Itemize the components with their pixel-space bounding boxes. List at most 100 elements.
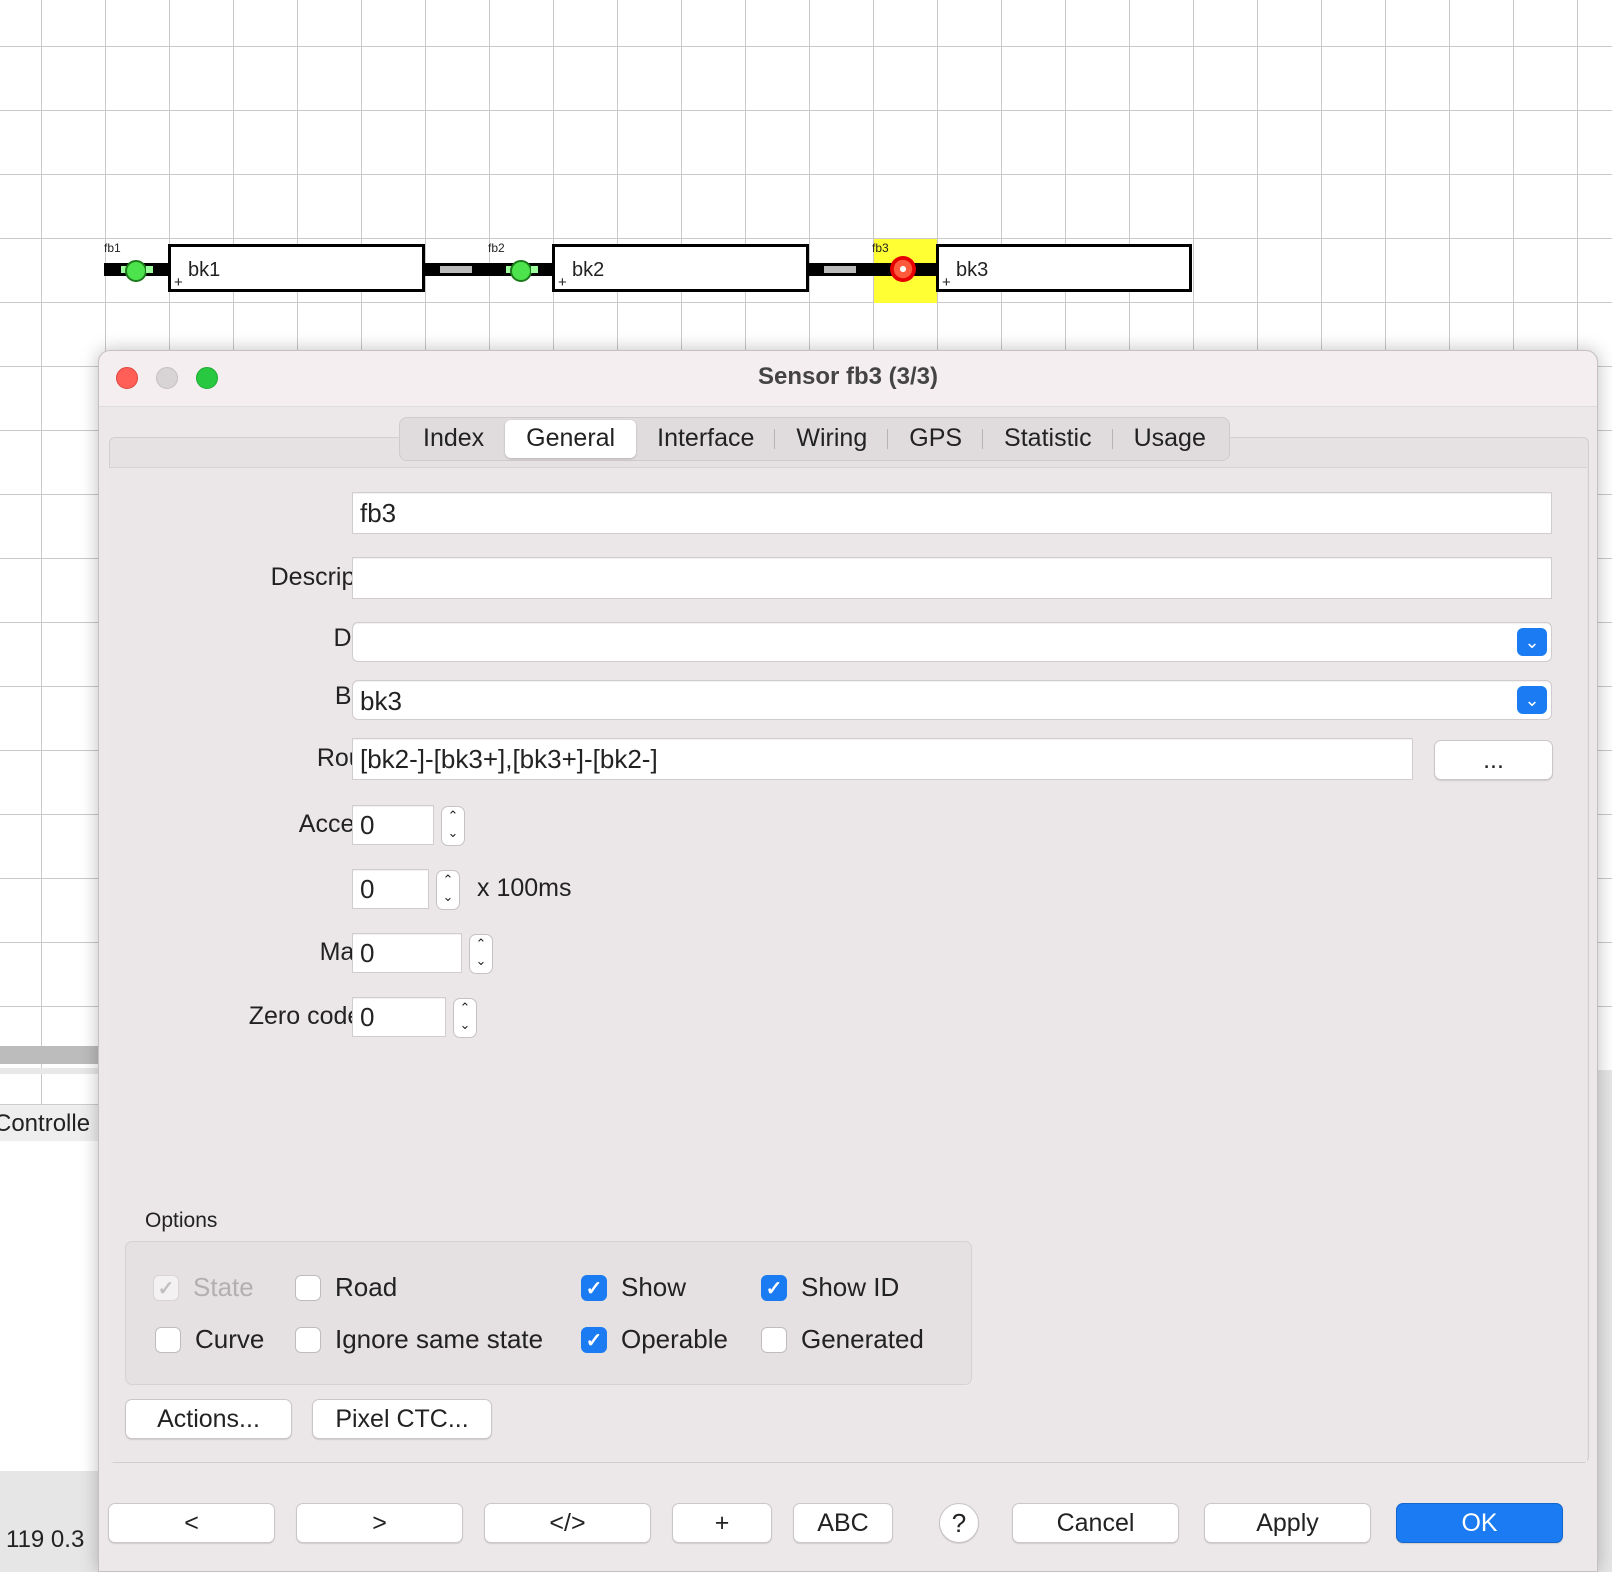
checkbox[interactable] — [761, 1326, 787, 1353]
sensor-fb1[interactable] — [125, 260, 147, 282]
option-show-id[interactable]: ✓ Show ID — [761, 1272, 899, 1303]
checkmark-icon[interactable]: ✓ — [581, 1274, 607, 1301]
option-label: State — [193, 1272, 254, 1302]
checkmark-icon[interactable]: ✓ — [761, 1274, 787, 1301]
checkmark-icon[interactable]: ✓ — [581, 1326, 607, 1353]
id-field[interactable] — [352, 492, 1552, 534]
sensor-label-fb3: fb3 — [872, 241, 889, 255]
accessory-field[interactable] — [352, 805, 434, 845]
tab-gps[interactable]: GPS — [888, 418, 983, 460]
option-operable[interactable]: ✓ Operable — [581, 1324, 728, 1355]
background-toolbar — [0, 1046, 98, 1064]
checkbox[interactable] — [295, 1326, 321, 1353]
track-tie — [824, 266, 856, 273]
checkmark-icon: ✓ — [153, 1274, 179, 1301]
decoder-select[interactable]: ⌄ — [352, 622, 1552, 662]
tab-index[interactable]: Index — [402, 418, 505, 460]
route-ids-field[interactable] — [352, 738, 1413, 780]
tab-interface[interactable]: Interface — [636, 418, 776, 460]
option-road[interactable]: Road — [295, 1272, 397, 1303]
options-group — [125, 1241, 972, 1385]
background-status-text: 119 0.3 — [6, 1526, 85, 1553]
checkbox[interactable] — [295, 1274, 321, 1301]
block-id-value: bk3 — [360, 686, 402, 716]
add-button[interactable]: + — [672, 1503, 772, 1543]
stepper-down-icon[interactable]: ⌄ — [442, 824, 464, 841]
description-field[interactable] — [352, 557, 1552, 599]
block-label: bk2 — [572, 259, 605, 281]
cancel-button[interactable]: Cancel — [1012, 1503, 1179, 1543]
accessory-stepper[interactable]: ⌃ ⌄ — [441, 806, 465, 846]
block-label: bk1 — [188, 259, 221, 281]
sensor-fb2[interactable] — [510, 260, 532, 282]
zero-code-delay-field[interactable] — [352, 997, 446, 1037]
option-label: Ignore same state — [335, 1324, 544, 1354]
sensor-fb3[interactable] — [890, 256, 916, 282]
previous-button[interactable]: < — [108, 1503, 275, 1543]
option-label: Curve — [195, 1324, 265, 1354]
block-bk3[interactable]: + bk3 — [936, 244, 1192, 292]
option-label: Show ID — [801, 1272, 900, 1302]
sensor-marker — [146, 266, 153, 273]
background-panel — [0, 1141, 98, 1471]
timer-stepper[interactable]: ⌃ ⌄ — [436, 870, 460, 910]
stepper-down-icon[interactable]: ⌄ — [437, 888, 459, 905]
tab-general[interactable]: General — [505, 420, 637, 458]
sensor-dialog: Sensor fb3 (3/3) Index General Interface… — [98, 350, 1598, 1572]
option-show[interactable]: ✓ Show — [581, 1272, 686, 1303]
tab-bar: Index General Interface Wiring GPS Stati… — [399, 417, 1230, 461]
track-tie — [440, 266, 472, 273]
tab-statistic[interactable]: Statistic — [983, 418, 1113, 460]
ok-button[interactable]: OK — [1396, 1503, 1563, 1543]
option-label: Generated — [801, 1324, 924, 1354]
apply-button[interactable]: Apply — [1204, 1503, 1371, 1543]
sensor-marker — [531, 266, 538, 273]
stepper-up-icon[interactable]: ⌃ — [442, 807, 464, 824]
tab-usage[interactable]: Usage — [1113, 418, 1227, 460]
block-plus: + — [174, 274, 183, 291]
block-id-select[interactable]: bk3 ⌄ — [352, 680, 1552, 720]
block-bk2[interactable]: + bk2 — [552, 244, 809, 292]
block-plus: + — [942, 274, 951, 291]
sensor-label-fb1: fb1 — [104, 241, 121, 255]
actions-button[interactable]: Actions... — [125, 1399, 292, 1439]
option-generated[interactable]: Generated — [761, 1324, 924, 1355]
abc-button[interactable]: ABC — [793, 1503, 893, 1543]
tab-wiring[interactable]: Wiring — [775, 418, 889, 460]
stepper-down-icon[interactable]: ⌄ — [454, 1016, 476, 1033]
route-ids-browse-button[interactable]: ... — [1434, 740, 1553, 780]
option-ignore-same-state[interactable]: Ignore same state — [295, 1324, 543, 1355]
checkbox[interactable] — [155, 1326, 181, 1353]
block-bk1[interactable]: + bk1 — [168, 244, 425, 292]
chevron-down-icon[interactable]: ⌄ — [1517, 628, 1547, 656]
background-right-panel — [1598, 1070, 1612, 1572]
chevron-down-icon[interactable]: ⌄ — [1517, 686, 1547, 714]
help-button[interactable]: ? — [939, 1503, 979, 1543]
next-button[interactable]: > — [296, 1503, 463, 1543]
background-statusbar — [0, 1471, 98, 1572]
block-plus: + — [558, 274, 567, 291]
pixel-ctc-button[interactable]: Pixel CTC... — [312, 1399, 492, 1439]
option-label: Road — [335, 1272, 398, 1302]
option-label: Operable — [621, 1324, 728, 1354]
background-controller-header: Controlle — [0, 1104, 98, 1143]
dialog-titlebar[interactable]: Sensor fb3 (3/3) — [99, 351, 1597, 407]
stepper-down-icon[interactable]: ⌄ — [470, 952, 492, 969]
stepper-up-icon[interactable]: ⌃ — [454, 999, 476, 1016]
block-label: bk3 — [956, 259, 989, 281]
option-state: ✓ State — [153, 1272, 254, 1303]
timer-unit: x 100ms — [477, 874, 572, 902]
zero-code-delay-stepper[interactable]: ⌃ ⌄ — [453, 998, 477, 1038]
stepper-up-icon[interactable]: ⌃ — [437, 871, 459, 888]
background-separator — [0, 1068, 98, 1074]
sensor-label-fb2: fb2 — [488, 241, 505, 255]
dialog-title: Sensor fb3 (3/3) — [757, 363, 939, 390]
option-curve[interactable]: Curve — [155, 1324, 264, 1355]
timer-field[interactable] — [352, 869, 429, 909]
max-load-stepper[interactable]: ⌃ ⌄ — [469, 934, 493, 974]
max-load-field[interactable] — [352, 933, 462, 973]
stepper-up-icon[interactable]: ⌃ — [470, 935, 492, 952]
xml-button[interactable]: </> — [484, 1503, 651, 1543]
options-title: Options — [145, 1209, 218, 1232]
option-label: Show — [621, 1272, 687, 1302]
